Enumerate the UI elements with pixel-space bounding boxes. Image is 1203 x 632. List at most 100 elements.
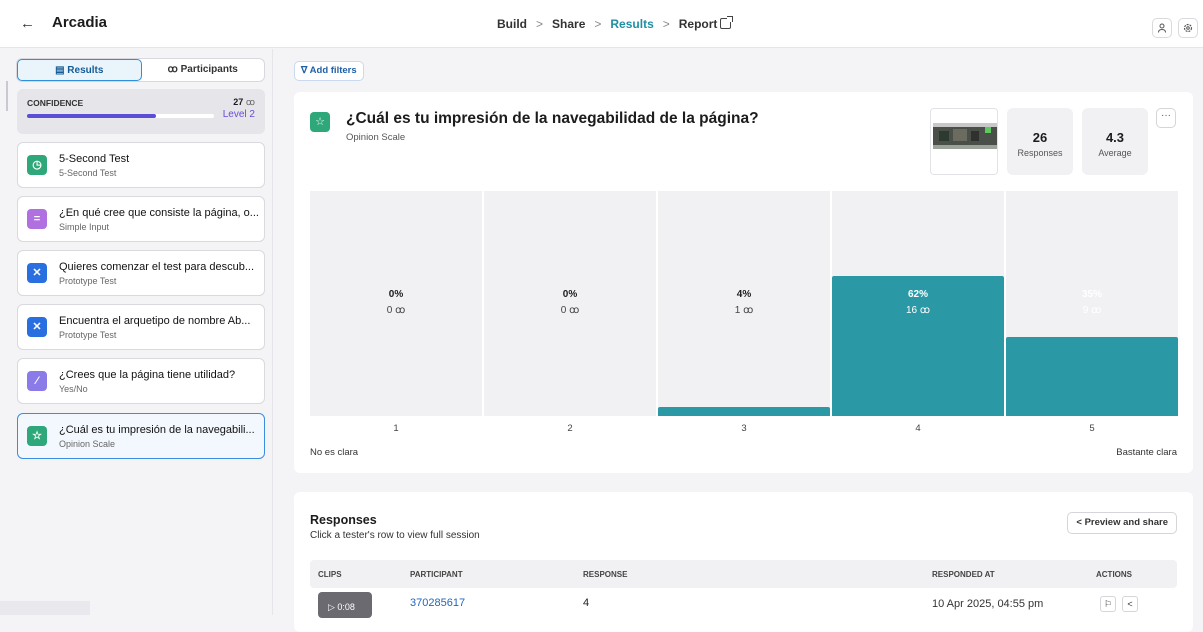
share-row-button[interactable]: < xyxy=(1122,596,1138,612)
user-icon xyxy=(1158,23,1166,33)
item-title: 5-Second Test xyxy=(59,153,130,165)
crumb-build[interactable]: Build xyxy=(497,17,527,31)
sidebar-item-5-second-test[interactable]: ◷ 5-Second Test 5-Second Test xyxy=(17,142,265,188)
col-responded-at: RESPONDED AT xyxy=(932,570,995,579)
user-button[interactable] xyxy=(1152,18,1172,38)
people-icon: ꝏ xyxy=(392,305,406,316)
corner-overlay xyxy=(0,601,90,615)
sidebar-item-yes-no[interactable]: ⁄ ¿Crees que la página tiene utilidad? Y… xyxy=(17,358,265,404)
scale-tick-3: 3 xyxy=(741,423,747,434)
crumb-report[interactable]: Report xyxy=(678,16,734,31)
item-title: ¿En qué cree que consiste la página, o..… xyxy=(59,207,259,219)
average-label: Average xyxy=(1098,148,1132,158)
filter-icon: ∇ xyxy=(301,65,310,76)
item-type: 5-Second Test xyxy=(59,168,117,178)
item-type: Opinion Scale xyxy=(59,439,116,449)
text-input-icon: = xyxy=(27,209,47,229)
sidebar-item-prototype-test-1[interactable]: ✕ Quieres comenzar el test para descub..… xyxy=(17,250,265,296)
add-filters-button[interactable]: ∇ Add filters xyxy=(294,61,364,81)
col-actions: ACTIONS xyxy=(1096,570,1132,579)
scale-tick-2: 2 xyxy=(567,423,573,434)
people-icon: ꝏ xyxy=(1088,305,1102,316)
scale-column-2: 0% 0 ꝏ xyxy=(484,191,656,416)
more-options-button[interactable]: ··· xyxy=(1156,108,1176,128)
participant-id-link[interactable]: 370285617 xyxy=(410,597,465,609)
crumb-separator: > xyxy=(594,17,602,31)
scale-count-5: 9 ꝏ xyxy=(1006,305,1178,316)
scale-column-5: 35% 9 ꝏ xyxy=(1006,191,1178,416)
responses-count: 26 xyxy=(1032,130,1048,145)
crumb-report-label: Report xyxy=(678,17,718,31)
scale-bar-3 xyxy=(658,407,830,416)
external-link-icon xyxy=(720,16,734,29)
flag-icon: ⚐ xyxy=(1103,599,1113,609)
participant-count: 27 xyxy=(233,97,244,107)
item-type: Prototype Test xyxy=(59,276,117,286)
confidence-progress xyxy=(27,114,214,118)
tab-participants[interactable]: ꝏ Participants xyxy=(142,59,265,81)
sidebar-item-opinion-scale[interactable]: ☆ ¿Cuál es tu impresión de la navegabili… xyxy=(17,413,265,459)
share-icon: < xyxy=(1127,599,1133,609)
yes-no-icon: ⁄ xyxy=(27,371,47,391)
responses-panel: Responses Click a tester's row to view f… xyxy=(294,492,1193,632)
col-participant: PARTICIPANT xyxy=(410,570,463,579)
item-title: Encuentra el arquetipo de nombre Ab... xyxy=(59,315,251,327)
tab-results[interactable]: ▤ Results xyxy=(17,59,142,81)
crumb-share[interactable]: Share xyxy=(552,17,585,31)
scale-percent-4: 62% xyxy=(907,289,928,300)
scale-percent-3: 4% xyxy=(736,289,752,300)
thumbnail-image xyxy=(931,109,997,174)
table-header: CLIPS PARTICIPANT RESPONSE RESPONDED AT … xyxy=(310,560,1177,588)
app-name: Arcadia xyxy=(52,14,108,31)
scale-percent-5: 35% xyxy=(1081,289,1102,300)
col-response: RESPONSE xyxy=(583,570,628,579)
add-filters-label: Add filters xyxy=(309,65,357,76)
question-results-panel: ☆ ¿Cuál es tu impresión de la navegabili… xyxy=(294,92,1193,473)
scale-tick-4: 4 xyxy=(915,423,921,434)
average-value: 4.3 xyxy=(1105,130,1125,145)
video-clip[interactable]: ▷ 0:08 xyxy=(318,592,372,618)
scale-column-3: 4% 1 ꝏ xyxy=(658,191,830,416)
settings-button[interactable] xyxy=(1178,18,1198,38)
tab-participants-label: Participants xyxy=(180,64,238,75)
table-row[interactable]: ▷ 0:08 370285617 4 10 Apr 2025, 04:55 pm… xyxy=(310,588,1177,618)
scale-high-label: Bastante clara xyxy=(1116,447,1177,458)
scale-percent-2: 0% xyxy=(562,289,578,300)
people-icon: ꝏ xyxy=(245,97,255,107)
opinion-scale-chart: 0% 0 ꝏ 0% 0 ꝏ 4% 1 ꝏ 62% 16 ꝏ 35% 9 ꝏ xyxy=(310,191,1178,416)
confidence-label: CONFIDENCE xyxy=(27,98,84,108)
scale-tick-1: 1 xyxy=(393,423,399,434)
timer-icon: ◷ xyxy=(27,155,47,175)
sidebar-item-simple-input[interactable]: = ¿En qué cree que consiste la página, o… xyxy=(17,196,265,242)
col-clips: CLIPS xyxy=(318,570,342,579)
crumb-separator: > xyxy=(536,17,544,31)
prototype-icon: ✕ xyxy=(27,263,47,283)
star-icon: ☆ xyxy=(27,426,47,446)
people-icon: ꝏ xyxy=(917,305,931,316)
crumb-results[interactable]: Results xyxy=(610,17,653,31)
scale-low-label: No es clara xyxy=(310,447,359,458)
back-arrow-icon[interactable]: ← xyxy=(20,15,35,32)
confidence-panel: CONFIDENCE 27 ꝏ Level 2 xyxy=(17,89,265,134)
responses-stat: 26 Responses xyxy=(1007,108,1073,175)
breadcrumb: Build > Share > Results > Report xyxy=(497,16,734,31)
flag-button[interactable]: ⚐ xyxy=(1100,596,1116,612)
preview-and-share-button[interactable]: < Preview and share xyxy=(1067,512,1177,534)
item-type: Prototype Test xyxy=(59,330,117,340)
top-bar: ← Arcadia Build > Share > Results > Repo… xyxy=(0,0,1203,48)
sidebar-item-prototype-test-2[interactable]: ✕ Encuentra el arquetipo de nombre Ab...… xyxy=(17,304,265,350)
prototype-icon: ✕ xyxy=(27,317,47,337)
item-type: Simple Input xyxy=(59,222,110,232)
scale-bar-5 xyxy=(1006,337,1178,416)
response-value: 4 xyxy=(583,597,590,609)
list-icon: ▤ xyxy=(55,65,68,76)
item-title: ¿Cuál es tu impresión de la navegabili..… xyxy=(59,424,255,436)
scale-tick-5: 5 xyxy=(1089,423,1095,434)
responses-label: Responses xyxy=(1017,148,1063,158)
average-stat: 4.3 Average xyxy=(1082,108,1148,175)
people-icon: ꝏ xyxy=(167,64,181,75)
scale-count-3: 1 ꝏ xyxy=(658,305,830,316)
view-toggle: ▤ Results ꝏ Participants xyxy=(16,58,265,82)
prototype-thumbnail[interactable] xyxy=(930,108,998,175)
scale-column-4: 62% 16 ꝏ xyxy=(832,191,1004,416)
